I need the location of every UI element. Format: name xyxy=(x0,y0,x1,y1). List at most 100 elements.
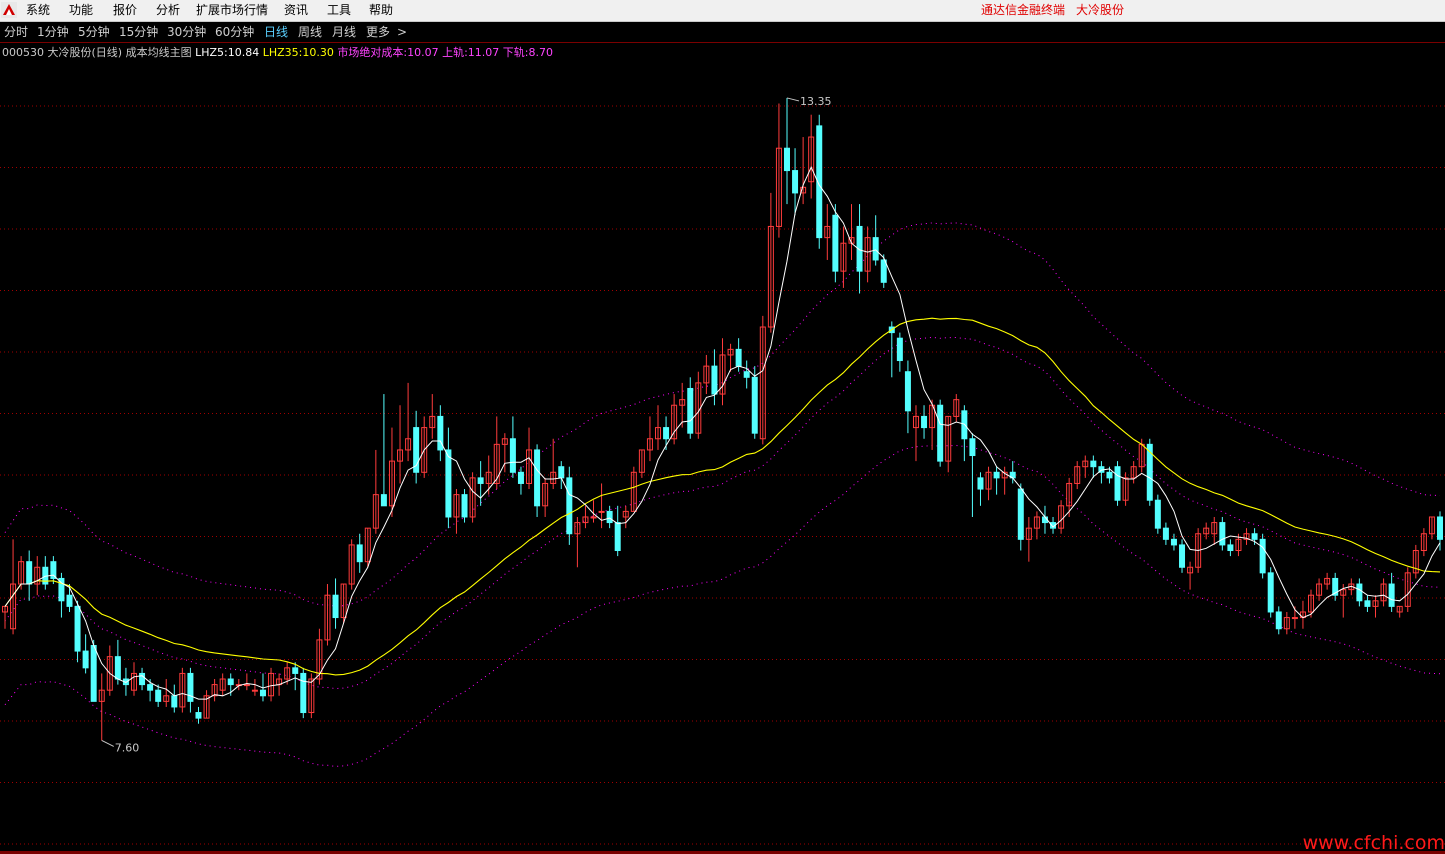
candle-up xyxy=(598,510,605,513)
legend-lhz35-label: LHZ35: xyxy=(262,46,303,59)
candle-up xyxy=(243,684,250,687)
candle-down xyxy=(50,561,57,579)
candle-down xyxy=(904,371,911,412)
menu-quote[interactable]: 报价 xyxy=(113,0,137,21)
legend-lower-label: 下轨: xyxy=(502,46,529,59)
period-tab-more[interactable]: 更多 xyxy=(366,22,390,42)
candle-up xyxy=(251,689,258,692)
candle-down xyxy=(259,689,266,697)
candle-down xyxy=(517,471,524,484)
candle-down xyxy=(147,684,154,691)
candle-down xyxy=(921,415,928,429)
candle-down xyxy=(356,544,363,563)
candle-down xyxy=(1259,538,1266,574)
lhz5-line xyxy=(4,165,1441,700)
candle-down xyxy=(711,365,718,395)
period-tab-30min[interactable]: 30分钟 xyxy=(167,22,206,42)
candle-down xyxy=(477,477,484,484)
candle-down xyxy=(187,672,194,702)
high-price-label: 13.35 xyxy=(800,95,832,108)
candle-down xyxy=(195,712,202,719)
candle-down xyxy=(872,237,879,261)
menu-extended-market[interactable]: 扩展市场行情 xyxy=(196,0,268,21)
upper-band-line xyxy=(4,222,1441,607)
candle-down xyxy=(227,678,234,686)
candle-down xyxy=(292,667,299,674)
legend-stock: 000530 大冷股份(日线) xyxy=(2,46,123,59)
candle-down xyxy=(171,695,178,708)
candle-up xyxy=(590,516,597,519)
candle-down xyxy=(969,438,976,457)
legend-cost-label: 市场绝对成本: xyxy=(337,46,408,59)
candle-down xyxy=(1162,527,1169,540)
candlestick-chart[interactable]: 13.35 7.60 xyxy=(0,62,1445,851)
candle-down xyxy=(380,494,387,507)
candle-down xyxy=(90,644,97,702)
candle-down xyxy=(332,594,339,619)
menu-system[interactable]: 系统 xyxy=(26,0,50,21)
high-pointer xyxy=(786,97,800,102)
candle-down xyxy=(1219,522,1226,546)
candle-down xyxy=(1267,572,1274,613)
candle-down xyxy=(977,477,984,490)
candle-down xyxy=(1227,544,1234,552)
candle-down xyxy=(445,449,452,518)
period-tab-weekly[interactable]: 周线 xyxy=(298,22,322,42)
menu-function[interactable]: 功能 xyxy=(69,0,93,21)
candle-up xyxy=(1291,617,1298,620)
candle-down xyxy=(1179,544,1186,568)
candle-down xyxy=(937,404,944,462)
period-tab-timeshare[interactable]: 分时 xyxy=(4,22,28,42)
ma-lines xyxy=(4,165,1441,700)
chart-grid xyxy=(0,105,1445,845)
period-tab-daily[interactable]: 日线 xyxy=(264,22,288,42)
candle-down xyxy=(606,510,613,524)
menu-news[interactable]: 资讯 xyxy=(284,0,308,21)
legend-lhz35-value: 10.30 xyxy=(302,46,334,59)
candle-down xyxy=(1017,488,1024,540)
candle-down xyxy=(687,387,694,434)
period-tab-5min[interactable]: 5分钟 xyxy=(78,22,110,42)
candle-down xyxy=(139,672,146,686)
legend-cost-value: 10.07 xyxy=(407,46,439,59)
candle-down xyxy=(461,494,468,518)
candle-down xyxy=(880,259,887,283)
candle-down xyxy=(1437,516,1443,540)
price-labels: 13.35 7.60 xyxy=(101,95,832,754)
app-logo-icon xyxy=(1,2,17,18)
candle-down xyxy=(735,348,742,367)
stock-title: 大冷股份 xyxy=(1076,3,1125,17)
period-tab-15min[interactable]: 15分钟 xyxy=(119,22,158,42)
candle-down xyxy=(832,214,839,272)
lower-band-line xyxy=(4,444,1441,767)
candle-down xyxy=(1170,538,1177,546)
menu-help[interactable]: 帮助 xyxy=(369,0,393,21)
candle-down xyxy=(1154,499,1161,529)
candle-down xyxy=(1356,583,1363,602)
candle-down xyxy=(896,337,903,362)
period-tab-1min[interactable]: 1分钟 xyxy=(37,22,69,42)
period-bar: 分时 1分钟 5分钟 15分钟 30分钟 60分钟 日线 周线 月线 更多 > xyxy=(0,22,1445,43)
legend-upper-label: 上轨: xyxy=(442,46,468,59)
candle-down xyxy=(300,672,307,714)
chevron-right-icon[interactable]: > xyxy=(397,22,407,42)
candle-down xyxy=(1114,466,1121,501)
indicator-legend: 000530 大冷股份(日线) 成本均线主图 LHZ5:10.84 LHZ35:… xyxy=(2,44,553,62)
menu-analysis[interactable]: 分析 xyxy=(156,0,180,21)
candle-down xyxy=(663,427,670,440)
candle-down xyxy=(566,477,573,535)
watermark: www.cfchi.com xyxy=(1302,832,1445,854)
app-title: 通达信金融终端 xyxy=(981,3,1066,17)
candle-down xyxy=(614,522,621,552)
menu-tools[interactable]: 工具 xyxy=(327,0,351,21)
candle-down xyxy=(1275,611,1282,630)
candle-down xyxy=(783,147,790,172)
legend-indicator-name: 成本均线主图 xyxy=(125,46,192,59)
legend-lower-value: 8.70 xyxy=(528,46,554,59)
legend-lhz5-value: 10.84 xyxy=(227,46,260,59)
legend-lhz5-label: LHZ5: xyxy=(195,46,228,59)
low-pointer xyxy=(101,740,114,747)
period-tab-60min[interactable]: 60分钟 xyxy=(215,22,254,42)
period-tab-monthly[interactable]: 月线 xyxy=(332,22,356,42)
candle-down xyxy=(1364,600,1371,607)
